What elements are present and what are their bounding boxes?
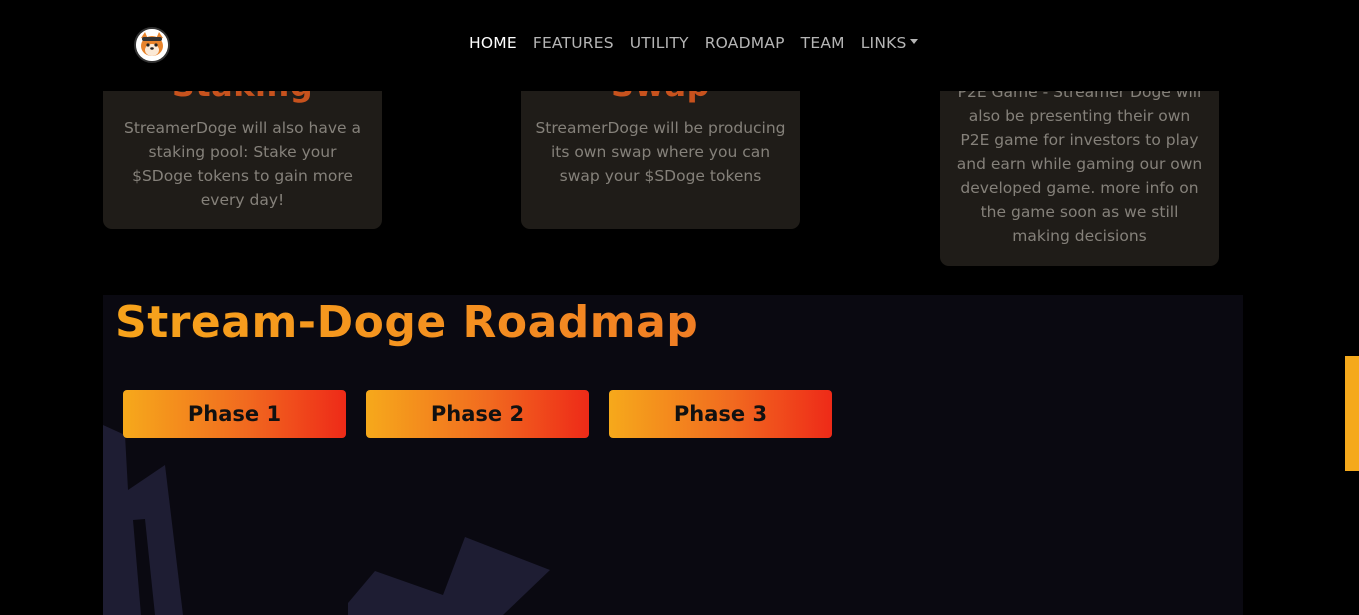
nav-item-links-label: LINKS	[860, 34, 907, 52]
phase-3-button[interactable]: Phase 3	[609, 390, 832, 438]
feature-card-text: StreamerDoge will be producing its own s…	[535, 119, 786, 185]
feature-card-text: P2E Game - Streamer Doge will also be pr…	[956, 83, 1203, 245]
nav-item-features[interactable]: FEATURES	[533, 34, 614, 52]
top-navbar: HOME FEATURES UTILITY ROADMAP TEAM LINKS	[0, 0, 1359, 91]
nav-item-team[interactable]: TEAM	[801, 34, 845, 52]
roadmap-section: Stream-Doge Roadmap Phase 1 Phase 2 Phas…	[103, 295, 1243, 615]
nav-item-links-dropdown[interactable]: LINKS	[861, 34, 918, 52]
shiba-doge-icon	[136, 29, 168, 61]
roadmap-title: Stream-Doge Roadmap	[115, 297, 699, 348]
side-scroll-tab[interactable]	[1345, 356, 1359, 471]
feature-card-text: StreamerDoge will also have a staking po…	[124, 119, 361, 209]
nav-item-roadmap[interactable]: ROADMAP	[705, 34, 785, 52]
nav-item-home[interactable]: HOME	[469, 34, 517, 52]
phase-1-button[interactable]: Phase 1	[123, 390, 346, 438]
phase-2-button[interactable]: Phase 2	[366, 390, 589, 438]
nav-menu: HOME FEATURES UTILITY ROADMAP TEAM LINKS	[469, 34, 934, 52]
streamerdoge-logo-icon[interactable]	[134, 27, 170, 63]
chevron-down-icon	[909, 39, 918, 44]
nav-item-utility[interactable]: UTILITY	[630, 34, 689, 52]
